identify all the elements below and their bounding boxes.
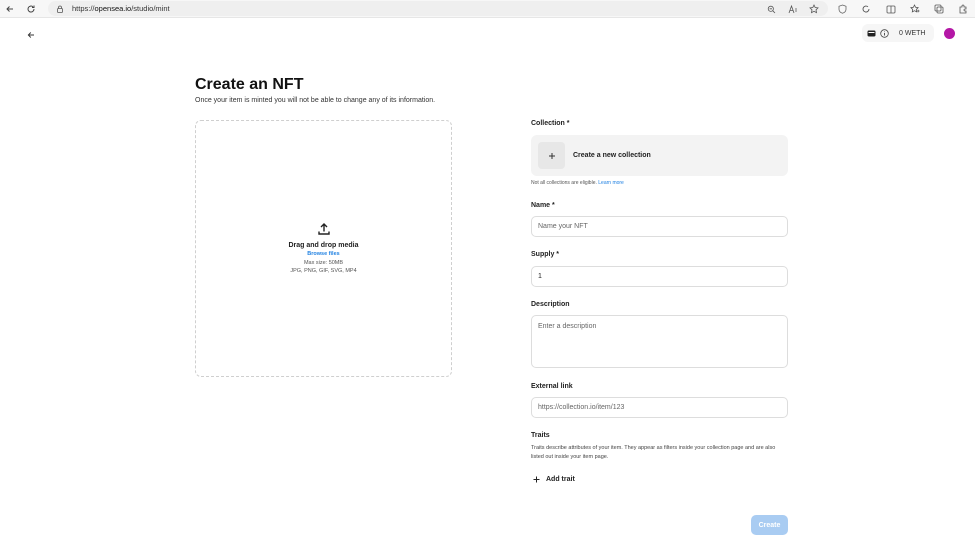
traits-description: Traits describe attributes of your item.… [531,445,776,460]
wallet-balance-button[interactable]: 0 WETH [862,24,934,42]
create-collection-button[interactable]: Create a new collection [531,135,788,176]
supply-input[interactable]: 1 [531,266,788,287]
browse-files-link[interactable]: Browse files [307,251,339,257]
extensions-icon[interactable] [956,2,970,16]
page-subtitle: Once your item is minted you will not be… [195,97,436,104]
back-button[interactable] [22,26,40,44]
sync-icon[interactable] [859,2,873,16]
refresh-icon[interactable] [24,2,38,16]
collections-icon[interactable] [932,2,946,16]
plus-icon [533,476,540,483]
favorites-icon[interactable] [908,2,922,16]
weth-balance: 0 WETH [899,29,926,37]
supply-label: Supply * [531,251,560,258]
zoom-icon[interactable] [764,2,778,16]
shield-icon[interactable] [835,2,849,16]
page-title: Create an NFT [195,76,304,93]
favorite-star-icon[interactable] [807,2,821,16]
create-button[interactable]: Create [751,515,788,535]
learn-more-link[interactable]: Learn more [598,180,624,186]
traits-label: Traits [531,432,550,439]
plus-icon [538,142,565,169]
browser-back-icon[interactable] [3,2,17,16]
supported-formats-text: JPG, PNG, GIF, SVG, MP4 [290,268,357,274]
browser-toolbar: https://opensea.io/studio/mint [0,0,975,18]
avatar[interactable] [944,28,955,39]
name-input[interactable]: Name your NFT [531,216,788,237]
upload-icon [317,222,331,236]
read-aloud-icon[interactable] [786,2,800,16]
info-icon [880,28,889,38]
collection-label: Collection * [531,120,570,127]
wallet-icon [867,29,876,38]
dropzone-title: Drag and drop media [288,242,359,249]
create-collection-label: Create a new collection [573,152,651,159]
collection-helper: Not all collections are eligible. Learn … [531,180,624,186]
add-trait-label: Add trait [546,476,575,483]
url-text: https://opensea.io/studio/mint [72,4,170,13]
name-label: Name * [531,202,555,209]
external-link-label: External link [531,383,573,390]
external-link-input[interactable]: https://collection.io/item/123 [531,397,788,418]
address-bar[interactable]: https://opensea.io/studio/mint [48,1,828,16]
description-textarea[interactable]: Enter a description [531,315,788,368]
add-trait-button[interactable]: Add trait [533,476,575,483]
description-label: Description [531,301,570,308]
media-dropzone[interactable]: Drag and drop media Browse files Max siz… [195,120,452,377]
arrow-left-icon [27,32,34,38]
lock-icon [56,5,64,13]
split-screen-icon[interactable] [884,2,898,16]
max-size-text: Max size: 50MB [303,260,344,266]
